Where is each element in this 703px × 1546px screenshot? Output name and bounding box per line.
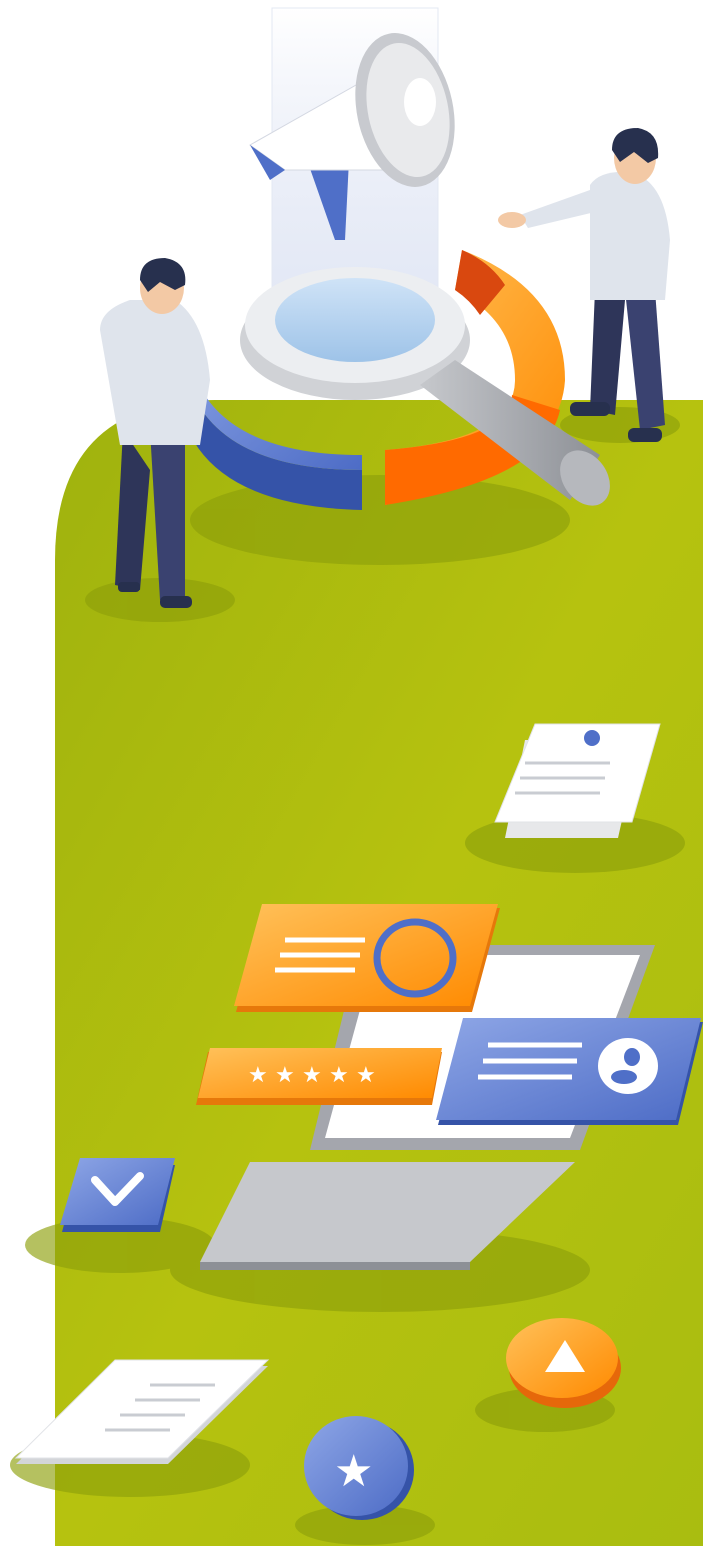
marketing-analytics-illustration: ★ ★ ★ ★ ★ ★ xyxy=(0,0,703,1546)
play-icon xyxy=(506,1318,621,1408)
svg-text:★: ★ xyxy=(302,1063,322,1088)
checkmark-icon xyxy=(60,1158,175,1232)
svg-text:★: ★ xyxy=(248,1063,268,1088)
svg-text:★: ★ xyxy=(329,1063,349,1088)
rating-stars-icon: ★ ★ ★ ★ ★ xyxy=(196,1048,442,1105)
profile-card xyxy=(436,1018,703,1125)
svg-text:★: ★ xyxy=(356,1063,376,1088)
svg-text:★: ★ xyxy=(334,1446,373,1497)
svg-text:★: ★ xyxy=(275,1063,295,1088)
notification-card xyxy=(234,904,500,1012)
